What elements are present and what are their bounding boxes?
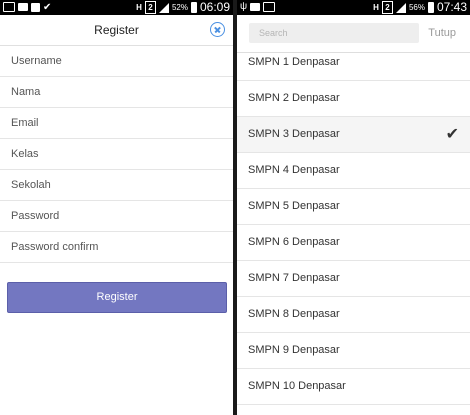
list-item[interactable]: SMPN 4 Denpasar <box>237 153 470 189</box>
image-notification-icon <box>3 2 15 12</box>
sekolah-input[interactable] <box>11 179 221 191</box>
nama-input[interactable] <box>11 86 221 98</box>
register-form <box>0 46 233 263</box>
list-item[interactable]: SMPN 8 Denpasar <box>237 297 470 333</box>
clock: 07:43 <box>436 0 467 14</box>
email-input[interactable] <box>11 117 221 129</box>
school-name: SMPN 6 Denpasar <box>248 236 340 248</box>
list-item[interactable]: SMPN 2 Denpasar <box>237 81 470 117</box>
password-confirm-field[interactable] <box>0 232 233 263</box>
password-input[interactable] <box>11 210 221 222</box>
battery-percent: 52% <box>171 3 188 12</box>
usb-icon: ψ <box>240 1 248 12</box>
check-notification-icon: ✔ <box>43 1 52 13</box>
close-icon[interactable] <box>210 22 225 37</box>
list-item[interactable]: SMPN 3 Denpasar ✔ <box>237 117 470 153</box>
battery-icon <box>190 2 197 13</box>
email-field[interactable] <box>0 108 233 139</box>
school-name: SMPN 4 Denpasar <box>248 164 340 176</box>
school-list: SMPN 1 Denpasar SMPN 2 Denpasar SMPN 3 Den… <box>237 45 470 405</box>
header: Register <box>0 15 233 46</box>
notification-icons: ✔ <box>3 2 51 12</box>
status-bar: ψ H 2 56% 07:43 <box>237 0 470 15</box>
search-input[interactable]: Search <box>249 23 419 43</box>
password-field[interactable] <box>0 201 233 232</box>
nama-field[interactable] <box>0 77 233 108</box>
battery-icon <box>427 2 434 13</box>
status-bar: ✔ H 2 52% 06:09 <box>0 0 233 15</box>
school-name: SMPN 5 Denpasar <box>248 200 340 212</box>
school-name: SMPN 9 Denpasar <box>248 344 340 356</box>
school-picker-screen: ψ H 2 56% 07:43 Search Tutup SMPN 1 Denp… <box>237 0 470 415</box>
register-screen: ✔ H 2 52% 06:09 Register Username Nama E… <box>0 0 233 415</box>
list-item[interactable]: SMPN 1 Denpasar <box>237 45 470 81</box>
list-item[interactable]: SMPN 7 Denpasar <box>237 261 470 297</box>
kelas-field[interactable] <box>0 139 233 170</box>
sim-icon: 2 <box>144 1 156 14</box>
message-notification-icon <box>250 3 261 11</box>
list-item[interactable]: SMPN 10 Denpasar <box>237 369 470 405</box>
page-title: Register <box>94 23 139 37</box>
register-button[interactable]: Register <box>7 282 227 313</box>
image-notification-icon <box>263 2 276 12</box>
message-notification-icon <box>18 3 28 11</box>
list-item[interactable]: SMPN 9 Denpasar <box>237 333 470 369</box>
app-notification-icon <box>31 2 40 12</box>
school-name: SMPN 7 Denpasar <box>248 272 340 284</box>
school-name: SMPN 1 Denpasar <box>248 56 340 68</box>
username-input[interactable] <box>11 55 221 67</box>
sekolah-field[interactable] <box>0 170 233 201</box>
username-field[interactable] <box>0 46 233 77</box>
kelas-input[interactable] <box>11 148 221 160</box>
signal-icon <box>395 2 406 13</box>
school-name: SMPN 2 Denpasar <box>248 92 340 104</box>
list-item[interactable]: SMPN 6 Denpasar <box>237 225 470 261</box>
clock: 06:09 <box>199 0 230 14</box>
notification-icons: ψ <box>240 1 276 12</box>
system-icons: H 2 52% 06:09 <box>136 0 230 15</box>
network-type-icon: H <box>373 2 379 12</box>
system-icons: H 2 56% 07:43 <box>373 0 467 15</box>
network-type-icon: H <box>136 2 142 12</box>
school-name: SMPN 10 Denpasar <box>248 380 346 392</box>
list-item[interactable]: SMPN 5 Denpasar <box>237 189 470 225</box>
password-confirm-input[interactable] <box>11 241 221 253</box>
sim-icon: 2 <box>381 1 393 14</box>
battery-percent: 56% <box>408 3 425 12</box>
tutup-button[interactable]: Tutup <box>428 23 456 43</box>
school-name: SMPN 8 Denpasar <box>248 308 340 320</box>
signal-icon <box>158 2 169 13</box>
school-name: SMPN 3 Denpasar <box>248 128 340 140</box>
checkmark-icon: ✔ <box>445 126 459 143</box>
